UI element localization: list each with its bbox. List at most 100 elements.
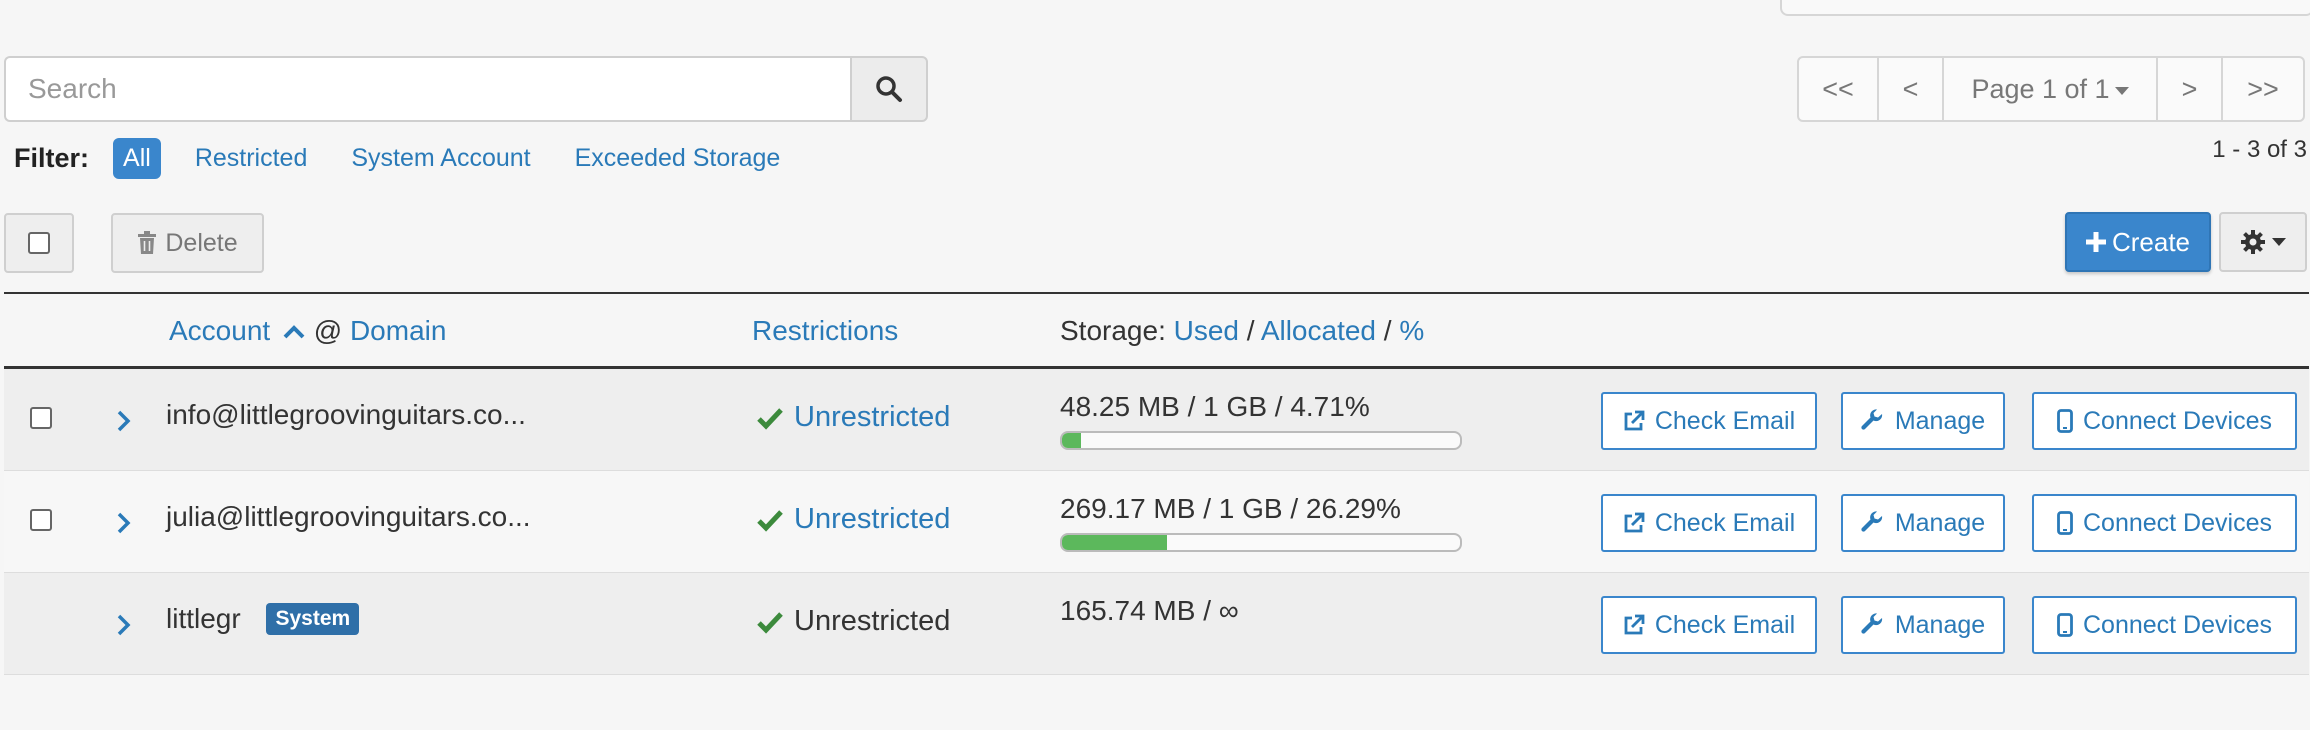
search-input[interactable]: [4, 56, 850, 122]
search-button[interactable]: [850, 56, 928, 122]
table-body: info@littlegroovinguitars.co... Unrestri…: [4, 369, 2309, 675]
search-icon: [876, 76, 902, 102]
wrench-icon: [1861, 613, 1882, 634]
account-name-cell: info@littlegroovinguitars.co...: [166, 399, 526, 431]
storage-usage-text: 48.25 MB / 1 GB / 4.71%: [1060, 391, 1370, 422]
account-name: info@littlegroovinguitars.co...: [166, 399, 526, 430]
chevron-down-icon: [2114, 86, 2129, 95]
next-page-label: >: [2181, 73, 2198, 104]
filter-label: Filter:: [14, 142, 90, 173]
check-email-button[interactable]: Check Email: [1601, 392, 1817, 450]
account-sort-link[interactable]: Account: [169, 315, 270, 346]
domain-sort-link[interactable]: Domain: [350, 315, 446, 346]
storage-cell: 165.74 MB / ∞: [1060, 595, 1239, 627]
restriction-status[interactable]: Unrestricted: [794, 401, 950, 434]
storage-header: Storage: Used / Allocated / %: [1060, 315, 1424, 347]
gear-icon: [2241, 230, 2265, 254]
manage-button[interactable]: Manage: [1841, 392, 2005, 450]
account-header[interactable]: Account @ Domain: [169, 315, 446, 347]
chevron-right-icon[interactable]: [110, 611, 138, 639]
check-email-label: Check Email: [1654, 508, 1796, 537]
filter-exceeded-storage[interactable]: Exceeded Storage: [575, 144, 781, 173]
check-email-button[interactable]: Check Email: [1601, 596, 1817, 654]
delete-button[interactable]: Delete: [111, 213, 264, 273]
external-link-icon: [1624, 512, 1645, 533]
create-button[interactable]: Create: [2065, 212, 2211, 272]
email-accounts-table: Account @ Domain Restrictions Storage: U…: [4, 292, 2309, 675]
check-icon: [757, 407, 783, 430]
select-all-button[interactable]: [4, 213, 74, 273]
chevron-down-icon: [2272, 238, 2286, 246]
manage-label: Manage: [1894, 508, 1986, 537]
manage-button[interactable]: Manage: [1841, 596, 2005, 654]
connect-devices-label: Connect Devices: [2083, 406, 2272, 435]
chevron-right-icon[interactable]: [110, 407, 138, 435]
table-row: littlegr System Unrestricted 165.74 MB /…: [4, 573, 2309, 675]
restriction-status: Unrestricted: [794, 605, 951, 637]
trash-icon: [138, 231, 157, 254]
account-name: littlegr: [166, 603, 241, 634]
connect-devices-label: Connect Devices: [2083, 610, 2272, 639]
wrench-icon: [1861, 511, 1882, 532]
storage-cell: 48.25 MB / 1 GB / 4.71%: [1060, 391, 1462, 450]
filter-all[interactable]: All: [113, 137, 161, 179]
account-name-cell: littlegr System: [166, 603, 360, 635]
allocated-sort-link[interactable]: Allocated: [1261, 315, 1376, 346]
prev-page-label: <: [1902, 73, 1919, 104]
prev-page-button[interactable]: <: [1879, 56, 1944, 122]
storage-progress-bar: [1060, 533, 1462, 552]
check-email-button[interactable]: Check Email: [1601, 494, 1817, 552]
used-sort-link[interactable]: Used: [1174, 315, 1239, 346]
page-select-label: Page 1 of 1: [1971, 73, 2110, 104]
restrictions-sort-link[interactable]: Restrictions: [752, 315, 898, 347]
page-select[interactable]: Page 1 of 1: [1944, 56, 2158, 122]
filter-restricted[interactable]: Restricted: [195, 144, 308, 173]
first-page-button[interactable]: <<: [1797, 56, 1879, 122]
plus-icon: [2085, 232, 2106, 252]
storage-progress-fill: [1062, 433, 1081, 448]
percent-sort-link[interactable]: %: [1399, 315, 1424, 346]
external-link-icon: [1624, 410, 1645, 431]
check-icon: [757, 611, 783, 634]
check-email-label: Check Email: [1654, 610, 1796, 639]
storage-separator: /: [1383, 315, 1392, 346]
create-label: Create: [2111, 226, 2191, 257]
last-page-label: >>: [2247, 73, 2279, 104]
next-page-button[interactable]: >: [2158, 56, 2223, 122]
storage-progress-bar: [1060, 431, 1462, 450]
filter-system-account[interactable]: System Account: [351, 144, 530, 173]
last-page-button[interactable]: >>: [2223, 56, 2305, 122]
mobile-phone-icon: [2057, 409, 2073, 433]
manage-button[interactable]: Manage: [1841, 494, 2005, 552]
storage-separator: /: [1246, 315, 1255, 346]
select-all-checkbox[interactable]: [28, 232, 50, 254]
mobile-phone-icon: [2057, 511, 2073, 535]
connect-devices-button[interactable]: Connect Devices: [2032, 392, 2297, 450]
first-page-label: <<: [1822, 73, 1854, 104]
account-name: julia@littlegroovinguitars.co...: [166, 501, 531, 532]
account-name-cell: julia@littlegroovinguitars.co...: [166, 501, 531, 533]
settings-dropdown-button[interactable]: [2219, 212, 2307, 272]
restriction-cell: Unrestricted: [756, 401, 950, 434]
restriction-cell: Unrestricted: [756, 605, 950, 638]
result-range: 1 - 3 of 3: [2212, 136, 2307, 163]
storage-prefix: Storage:: [1060, 315, 1166, 346]
manage-label: Manage: [1894, 406, 1986, 435]
wrench-icon: [1861, 409, 1882, 430]
storage-usage-text: 269.17 MB / 1 GB / 26.29%: [1060, 493, 1401, 524]
mobile-phone-icon: [2057, 613, 2073, 637]
check-icon: [757, 509, 783, 532]
table-header: Account @ Domain Restrictions Storage: U…: [4, 292, 2309, 369]
connect-devices-button[interactable]: Connect Devices: [2032, 596, 2297, 654]
pagination: << < Page 1 of 1 > >>: [1797, 56, 2305, 122]
storage-usage-text: 165.74 MB / ∞: [1060, 595, 1239, 626]
row-checkbox[interactable]: [30, 407, 52, 429]
restriction-cell: Unrestricted: [756, 503, 950, 536]
chevron-right-icon[interactable]: [110, 509, 138, 537]
restriction-status[interactable]: Unrestricted: [794, 503, 950, 536]
check-email-label: Check Email: [1654, 406, 1796, 435]
at-symbol: @: [313, 315, 343, 346]
external-link-icon: [1624, 614, 1645, 635]
connect-devices-button[interactable]: Connect Devices: [2032, 494, 2297, 552]
row-checkbox[interactable]: [30, 509, 52, 531]
